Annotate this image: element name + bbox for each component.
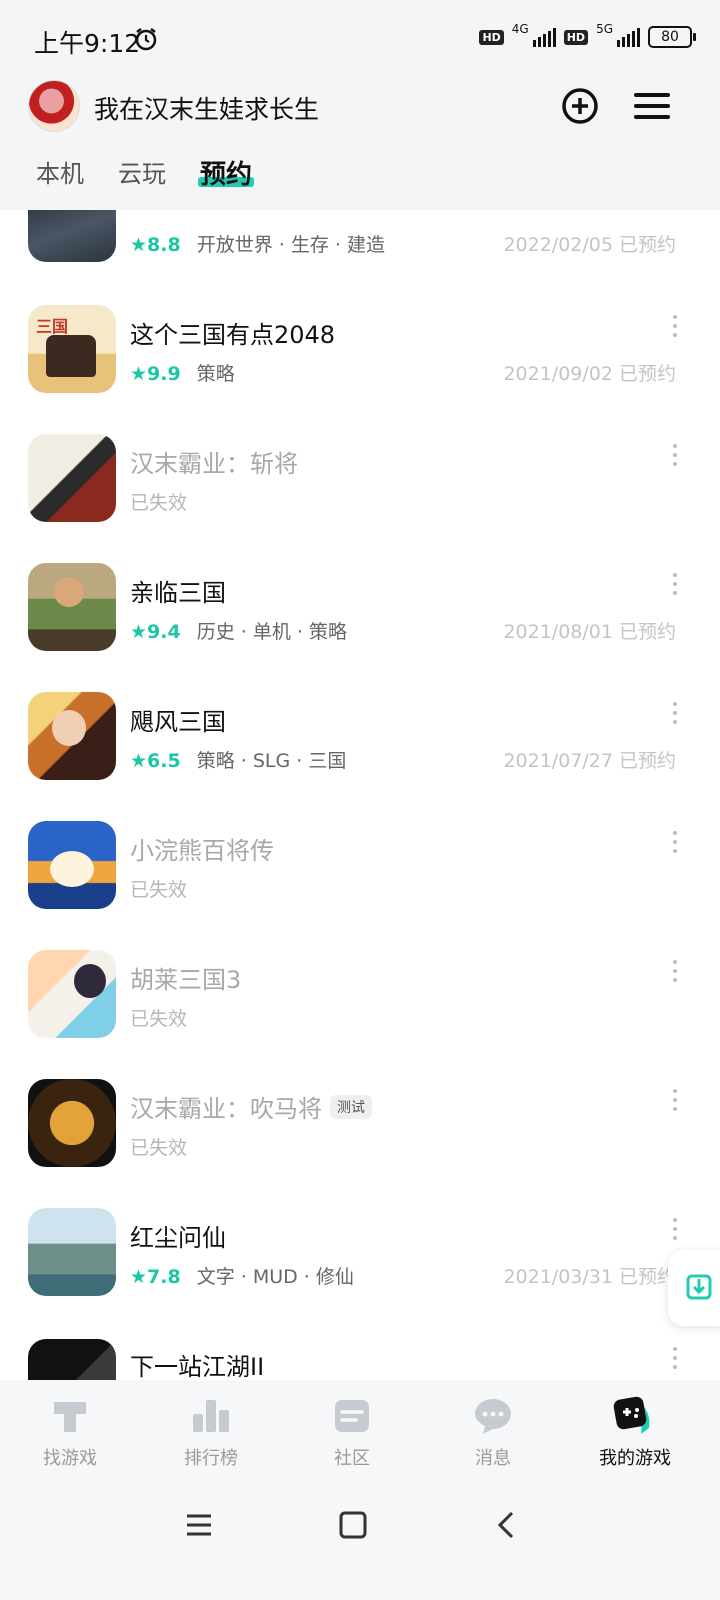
- community-icon: [335, 1400, 369, 1432]
- battery-icon: 80: [648, 26, 696, 48]
- list-item[interactable]: 汉末霸业：斩将 已失效: [0, 434, 720, 563]
- list-item[interactable]: 飓风三国 ★6.5 策略 · SLG · 三国 2021/07/27 已预约: [0, 692, 720, 821]
- list-item[interactable]: 三国 这个三国有点2048 ★9.9 策略 2021/09/02 已预约: [0, 305, 720, 434]
- game-name: 亲临三国: [130, 579, 226, 607]
- star-icon: ★: [130, 234, 148, 256]
- tab-reservation[interactable]: 预约: [197, 154, 255, 191]
- message-icon: [475, 1399, 511, 1434]
- game-meta: ★8.8 开放世界 · 生存 · 建造: [130, 234, 385, 256]
- app-header: 我在汉末生娃求长生: [0, 78, 720, 138]
- more-icon[interactable]: [672, 702, 678, 724]
- status-bar: 上午9:12 HD 4G HD 5G 80: [0, 0, 720, 82]
- tab-bar: 本机 云玩 预约: [0, 150, 720, 200]
- game-name: 胡莱三国3: [130, 966, 242, 994]
- my-games-icon: [613, 1396, 650, 1434]
- reserve-date: 2021/08/01 已预约: [503, 621, 676, 643]
- star-icon: ★: [130, 363, 148, 385]
- game-name: 小浣熊百将传: [130, 837, 274, 865]
- invalid-status: 已失效: [130, 1008, 188, 1030]
- add-icon[interactable]: [560, 86, 600, 126]
- invalid-status: 已失效: [130, 1137, 188, 1159]
- system-nav-bar: [0, 1498, 720, 1558]
- game-name: 汉末霸业：吹马将 测试: [130, 1089, 372, 1124]
- hd-icon: HD: [479, 29, 504, 45]
- game-icon: [28, 1079, 116, 1167]
- more-icon[interactable]: [672, 1218, 678, 1240]
- alarm-icon: [135, 28, 157, 51]
- star-icon: ★: [130, 750, 148, 772]
- nav-community[interactable]: 社区: [292, 1394, 412, 1470]
- reserve-date: 2021/07/27 已预约: [503, 750, 676, 772]
- game-icon: [28, 434, 116, 522]
- menu-icon[interactable]: [632, 86, 672, 126]
- game-meta: ★7.8 文字 · MUD · 修仙: [130, 1266, 354, 1288]
- more-icon[interactable]: [672, 1347, 678, 1369]
- reserve-date: 2021/09/02 已预约: [503, 363, 676, 385]
- game-name: 飓风三国: [130, 708, 226, 736]
- list-item[interactable]: 胡莱三国3 已失效: [0, 950, 720, 1079]
- recent-apps-icon[interactable]: [184, 1510, 214, 1540]
- back-icon[interactable]: [492, 1510, 522, 1540]
- star-icon: ★: [130, 621, 148, 643]
- star-icon: ★: [130, 1266, 148, 1288]
- nav-messages[interactable]: 消息: [433, 1394, 553, 1470]
- ranking-icon: [193, 1400, 229, 1432]
- game-icon: [28, 1208, 116, 1296]
- page-title: 我在汉末生娃求长生: [94, 95, 320, 124]
- tab-local[interactable]: 本机: [36, 154, 84, 189]
- game-meta: ★6.5 策略 · SLG · 三国: [130, 750, 347, 772]
- signal-icon: [617, 27, 640, 47]
- more-icon[interactable]: [672, 315, 678, 337]
- test-badge: 测试: [330, 1095, 372, 1119]
- list-item[interactable]: 汉末霸业：吹马将 测试 已失效: [0, 1079, 720, 1208]
- reserve-date: 2022/02/05 已预约: [503, 234, 676, 256]
- download-icon: [686, 1274, 712, 1300]
- game-name: 汉末霸业：斩将: [130, 450, 298, 478]
- home-icon[interactable]: [338, 1510, 368, 1540]
- game-icon: 三国: [28, 305, 116, 393]
- invalid-status: 已失效: [130, 492, 188, 514]
- game-meta: ★9.4 历史 · 单机 · 策略: [130, 621, 347, 643]
- game-name: 这个三国有点2048: [130, 321, 336, 349]
- download-float-button[interactable]: [668, 1250, 720, 1326]
- more-icon[interactable]: [672, 831, 678, 853]
- game-icon: [28, 692, 116, 780]
- network-type-4g: 4G: [511, 22, 529, 36]
- game-meta: ★9.9 策略: [130, 363, 235, 385]
- game-name: 下一站江湖II: [130, 1353, 265, 1381]
- hd-icon: HD: [563, 29, 589, 45]
- game-icon: [28, 821, 116, 909]
- game-icon: [28, 950, 116, 1038]
- more-icon[interactable]: [672, 1089, 678, 1111]
- invalid-status: 已失效: [130, 879, 188, 901]
- game-icon: [28, 563, 116, 651]
- signal-icon: [532, 27, 556, 47]
- avatar[interactable]: [28, 80, 80, 132]
- more-icon[interactable]: [672, 960, 678, 982]
- list-item[interactable]: 小浣熊百将传 已失效: [0, 821, 720, 950]
- more-icon[interactable]: [672, 444, 678, 466]
- nav-my-games[interactable]: 我的游戏: [575, 1394, 695, 1470]
- nav-find-games[interactable]: 找游戏: [10, 1394, 130, 1470]
- nav-ranking[interactable]: 排行榜: [151, 1394, 271, 1470]
- game-name: 红尘问仙: [130, 1224, 226, 1252]
- reserve-date: 2021/03/31 已预约: [503, 1266, 676, 1288]
- status-indicators: HD 4G HD 5G 80: [479, 22, 696, 48]
- find-games-icon: [54, 1402, 86, 1432]
- top-bar: 上午9:12 HD 4G HD 5G 80 我在汉末生娃求长生 本机 云玩 预约: [0, 0, 720, 210]
- list-item[interactable]: 亲临三国 ★9.4 历史 · 单机 · 策略 2021/08/01 已预约: [0, 563, 720, 692]
- list-item[interactable]: 红尘问仙 ★7.8 文字 · MUD · 修仙 2021/03/31 已预约: [0, 1208, 720, 1337]
- more-icon[interactable]: [672, 573, 678, 595]
- network-type-5g: 5G: [596, 22, 613, 36]
- clock: 上午9:12: [34, 29, 141, 58]
- bottom-navigation: 找游戏 排行榜 社区 消息 我的游戏: [0, 1380, 720, 1600]
- tab-cloud[interactable]: 云玩: [118, 154, 166, 189]
